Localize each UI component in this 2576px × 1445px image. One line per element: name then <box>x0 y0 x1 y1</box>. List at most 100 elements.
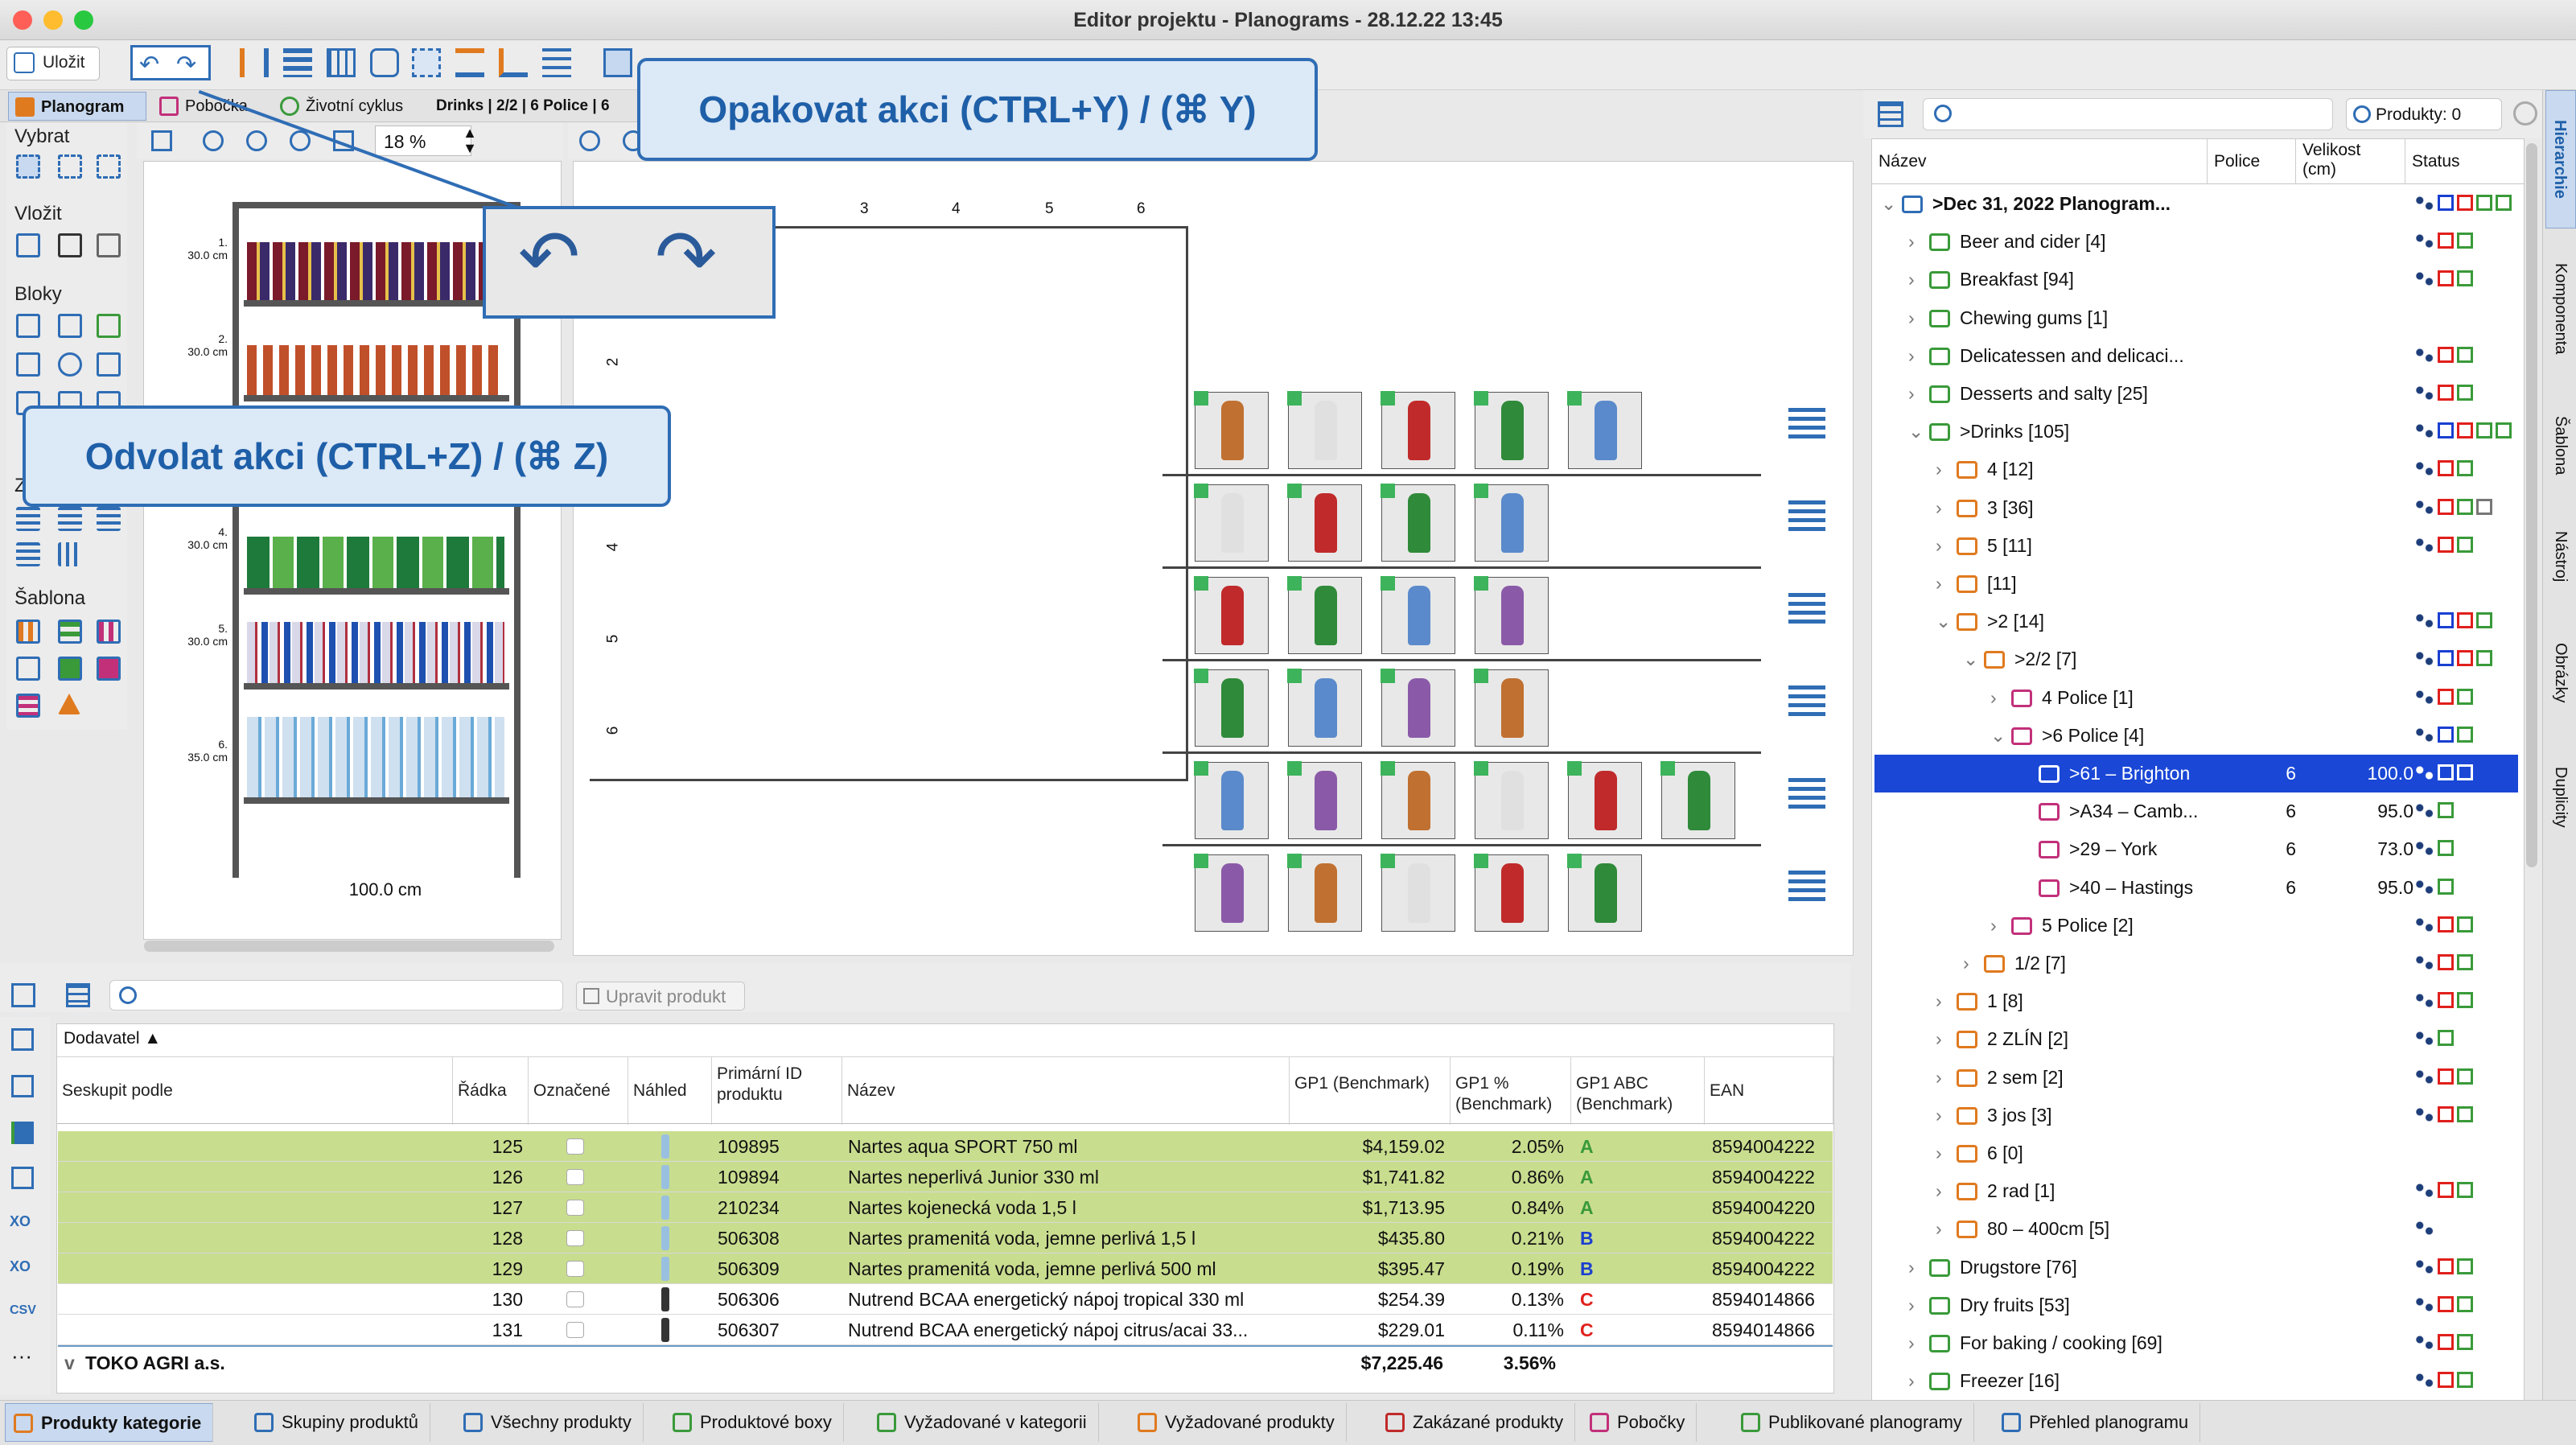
expand-toggle-icon[interactable]: › <box>1908 1362 1915 1400</box>
side-tab-duplicates[interactable]: Duplicity <box>2545 737 2576 858</box>
grid-product-cell[interactable] <box>1474 484 1549 562</box>
tree-node[interactable]: › 5 Police [2] <box>1874 907 2518 945</box>
grid-product-cell[interactable] <box>1381 761 1455 839</box>
grid-product-cell[interactable] <box>1287 576 1362 654</box>
row-handle-icon[interactable] <box>1788 871 1825 906</box>
list-icon[interactable] <box>11 1167 34 1189</box>
expand-toggle-icon[interactable]: › <box>1936 1059 1942 1097</box>
row-checkbox[interactable] <box>566 1169 584 1185</box>
sort-icon[interactable] <box>240 48 269 77</box>
block-3d-icon[interactable] <box>97 314 121 338</box>
tree-node[interactable]: ⌄ >6 Police [4] <box>1874 717 2518 755</box>
select-group-icon[interactable] <box>97 154 121 179</box>
grid-product-cell[interactable] <box>1381 576 1455 654</box>
tree-node[interactable]: › 4 [12] <box>1874 451 2518 488</box>
expand-toggle-icon[interactable]: ⌄ <box>1963 640 1978 678</box>
more-icon[interactable]: ··· <box>11 1344 32 1369</box>
expand-toggle-icon[interactable]: › <box>1908 261 1915 298</box>
table-row[interactable]: 129 506309 Nartes pramenitá voda, jemne pe… <box>58 1254 1833 1284</box>
tree-node[interactable]: ⌄ >Drinks [105] <box>1874 413 2518 451</box>
tree-node[interactable]: › Desserts and salty [25] <box>1874 375 2518 413</box>
col-preview[interactable]: Náhled <box>628 1057 712 1125</box>
col-row[interactable]: Řádka <box>453 1057 529 1125</box>
tree-node[interactable]: › 1/2 [7] <box>1874 945 2518 982</box>
expand-toggle-icon[interactable]: › <box>1908 1249 1915 1287</box>
grid-product-cell[interactable] <box>1194 854 1269 932</box>
expand-toggle-icon[interactable]: › <box>1908 299 1915 337</box>
block-icon[interactable] <box>16 314 40 338</box>
expand-toggle-icon[interactable]: ⌄ <box>1990 717 2006 755</box>
bottom-tab-forbidden-products[interactable]: Zakázané produkty <box>1377 1403 1576 1442</box>
align-center-icon[interactable] <box>58 507 82 531</box>
row-handle-icon[interactable] <box>1788 500 1825 536</box>
refresh-icon[interactable] <box>2513 101 2537 126</box>
horizontal-scrollbar[interactable] <box>144 941 554 952</box>
hierarchy-settings-icon[interactable] <box>1878 101 1903 127</box>
collapse-icon[interactable]: v <box>64 1347 75 1379</box>
insert-icon[interactable] <box>16 233 40 257</box>
excel-export-icon[interactable]: XO <box>10 1213 31 1230</box>
grid-product-cell[interactable] <box>1287 761 1362 839</box>
row-handle-icon[interactable] <box>1788 685 1825 721</box>
col-gp1-percent[interactable]: GP1 % (Benchmark) <box>1451 1057 1571 1125</box>
dimension-icon[interactable] <box>412 48 441 77</box>
tree-node[interactable]: › 2 ZLÍN [2] <box>1874 1020 2518 1058</box>
fit-icon[interactable] <box>151 130 172 151</box>
bottom-tab-required-products[interactable]: Vyžadované produkty <box>1130 1403 1347 1442</box>
col-marked[interactable]: Označené <box>529 1057 628 1125</box>
expand-toggle-icon[interactable]: › <box>1936 565 1942 603</box>
products-filter-button[interactable]: Produkty: 0 <box>2346 98 2502 130</box>
tree-node[interactable]: >29 – York 6 73.0 <box>1874 830 2518 868</box>
tree-node[interactable]: › 80 – 400cm [5] <box>1874 1210 2518 1248</box>
expand-toggle-icon[interactable]: › <box>1936 1097 1942 1134</box>
tree-node[interactable]: >61 – Brighton 6 100.0 <box>1874 755 2518 792</box>
tree-node[interactable]: › Drugstore [76] <box>1874 1249 2518 1287</box>
table-settings-icon[interactable] <box>11 983 35 1007</box>
grid-product-cell[interactable] <box>1194 669 1269 747</box>
tree-node[interactable]: › Delicatessen and delicaci... <box>1874 337 2518 375</box>
expand-toggle-icon[interactable]: › <box>1936 1020 1942 1058</box>
zoom-input[interactable]: 18 % <box>375 126 471 156</box>
tree-node[interactable]: › 2 rad [1] <box>1874 1172 2518 1210</box>
hierarchy-scrollbar[interactable] <box>2526 143 2537 867</box>
tree-node[interactable]: › 5 [11] <box>1874 527 2518 565</box>
block-rotate-icon[interactable] <box>58 352 82 377</box>
row-checkbox[interactable] <box>566 1200 584 1216</box>
template-mixed-icon[interactable] <box>97 620 121 644</box>
expand-toggle-icon[interactable]: › <box>1936 1134 1942 1172</box>
grid-product-cell[interactable] <box>1474 669 1549 747</box>
col-ean[interactable]: EAN <box>1705 1057 1833 1125</box>
save-button[interactable]: Uložit <box>6 47 100 80</box>
grid-product-cell[interactable] <box>1660 761 1735 839</box>
expand-toggle-icon[interactable]: ⌄ <box>1881 185 1896 223</box>
template-pink-icon[interactable] <box>97 657 121 681</box>
bottom-tab-all-products[interactable]: Všechny produkty <box>455 1403 644 1442</box>
grid-product-cell[interactable] <box>1567 761 1642 839</box>
bottom-tab-product-groups[interactable]: Skupiny produktů <box>246 1403 430 1442</box>
tree-node[interactable]: › 3 [36] <box>1874 489 2518 527</box>
edit-product-button[interactable]: Upravit produkt <box>576 982 745 1011</box>
grid-product-cell[interactable] <box>1567 854 1642 932</box>
tree-node[interactable]: ⌄ >Dec 31, 2022 Planogram... <box>1874 185 2518 223</box>
expand-toggle-icon[interactable]: › <box>1936 1172 1942 1210</box>
distribute-cols-icon[interactable] <box>58 542 82 566</box>
expand-toggle-icon[interactable]: › <box>1936 527 1942 565</box>
expand-toggle-icon[interactable]: › <box>1963 945 1969 982</box>
product-search-input[interactable] <box>109 980 563 1011</box>
grid-product-cell[interactable] <box>1474 391 1549 469</box>
insert-ab-icon[interactable] <box>97 233 121 257</box>
grid-product-cell[interactable] <box>1381 484 1455 562</box>
insert-cross-icon[interactable] <box>58 233 82 257</box>
col-gp1-abc[interactable]: GP1 ABC (Benchmark) <box>1571 1057 1705 1125</box>
list-check-icon[interactable] <box>542 48 571 77</box>
expand-toggle-icon[interactable]: › <box>1936 1210 1942 1248</box>
grid-product-cell[interactable] <box>1474 576 1549 654</box>
undo-icon[interactable]: ↶ <box>139 51 159 79</box>
tree-node[interactable]: › 6 [0] <box>1874 1134 2518 1172</box>
col-tree-size[interactable]: Velikost (cm) <box>2295 139 2405 184</box>
select-icon[interactable] <box>16 154 40 179</box>
template-cells-icon[interactable] <box>16 657 40 681</box>
tree-node[interactable]: › Freezer [16] <box>1874 1362 2518 1400</box>
zoom-stepper[interactable]: ▲ ▼ <box>459 126 481 156</box>
redo-icon[interactable]: ↷ <box>176 51 196 79</box>
